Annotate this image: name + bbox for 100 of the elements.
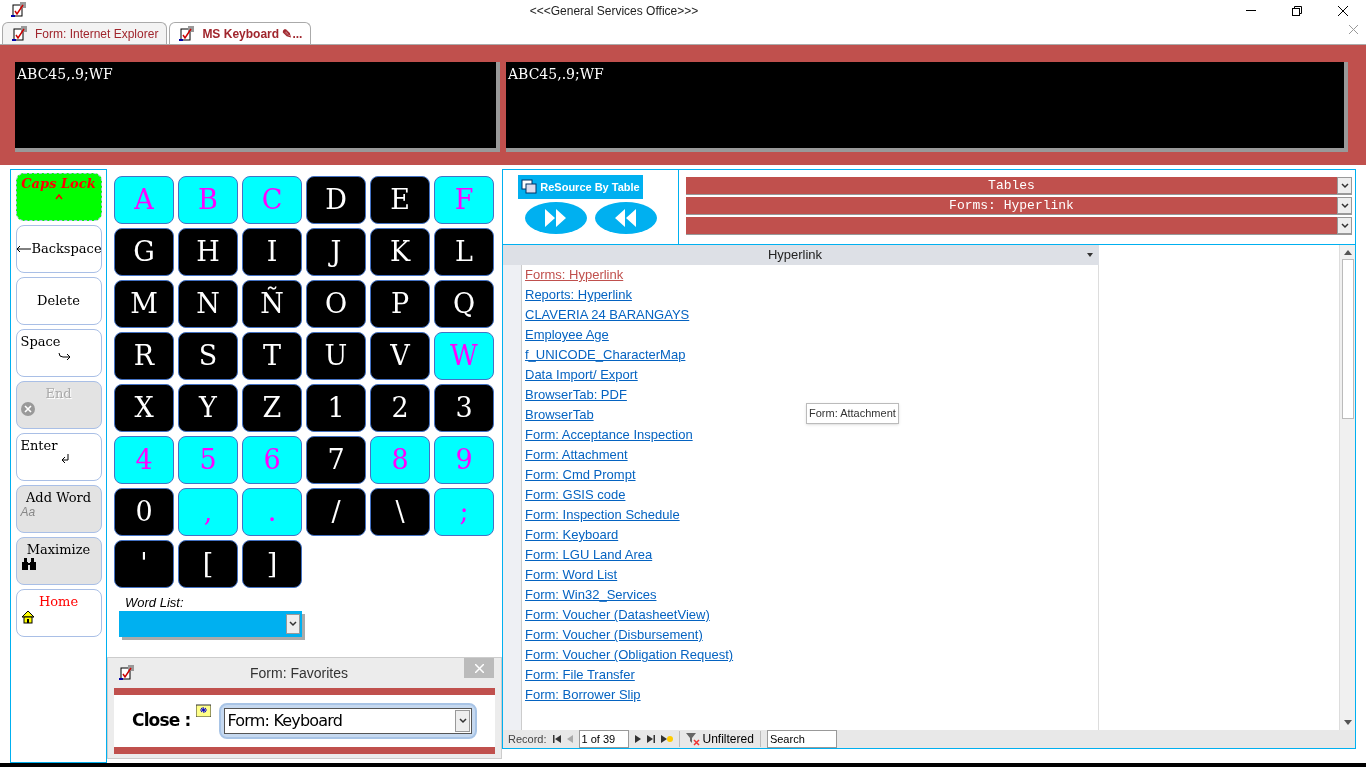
key-button[interactable]: 2 [370, 384, 430, 432]
word-list-label: Word List: [125, 596, 185, 609]
form-icon [118, 665, 134, 681]
key-button[interactable]: G [114, 228, 174, 276]
new-record-icon[interactable] [660, 735, 673, 743]
close-icon [1349, 25, 1358, 34]
key-button[interactable]: H [178, 228, 238, 276]
left-arrow-icon [15, 245, 32, 253]
hyperlink[interactable]: Employee Age [525, 325, 609, 345]
key-button[interactable]: I [242, 228, 302, 276]
scroll-down-icon[interactable] [1343, 720, 1352, 726]
rewind-icon [613, 208, 638, 228]
hyperlink[interactable]: BrowserTab [525, 405, 594, 425]
home-button[interactable]: Home [15, 589, 102, 637]
restore-icon [1292, 6, 1302, 16]
vertical-scrollbar[interactable] [1339, 245, 1355, 730]
form-icon [178, 25, 195, 42]
key-button[interactable]: N [178, 280, 238, 328]
hyperlink[interactable]: Form: Attachment [525, 445, 628, 465]
space-button[interactable]: Space [15, 329, 102, 377]
key-button[interactable]: T [242, 332, 302, 380]
hyperlink[interactable]: Form: Keyboard [525, 525, 619, 545]
key-button[interactable]: J [306, 228, 366, 276]
hyperlink[interactable]: Form: File Transfer [525, 665, 635, 685]
combo-box[interactable]: Forms: Hyperlink [686, 197, 1352, 215]
hyperlink[interactable]: Form: Voucher (DatasheetView) [525, 605, 710, 625]
filter-button[interactable]: Unfiltered [685, 730, 754, 748]
close-tab-button[interactable] [1349, 25, 1358, 34]
hyperlink[interactable]: Form: Voucher (Disbursement) [525, 625, 703, 645]
hyperlink[interactable]: Form: Win32_Services [525, 585, 657, 605]
key-button[interactable]: S [178, 332, 238, 380]
hyperlink[interactable]: BrowserTab: PDF [525, 385, 627, 405]
enter-button[interactable]: Enter [15, 433, 102, 481]
add-word-button[interactable]: Add Word Aa [15, 485, 102, 533]
close-icon [1338, 6, 1348, 16]
key-button[interactable]: / [306, 488, 366, 536]
record-label: Record: [508, 731, 547, 747]
key-button[interactable]: ] [242, 540, 302, 588]
hook-arrow-icon [57, 350, 72, 361]
hyperlink[interactable]: Forms: Hyperlink [525, 265, 624, 285]
hyperlink[interactable]: Form: Cmd Prompt [525, 465, 636, 485]
key-button[interactable]: L [434, 228, 494, 276]
hyperlink[interactable]: CLAVERIA 24 BARANGAYS [525, 305, 690, 325]
key-button[interactable]: X [114, 384, 174, 432]
maximize-button[interactable]: Maximize [15, 537, 102, 585]
key-button[interactable]: Ñ [242, 280, 302, 328]
key-button[interactable]: Y [178, 384, 238, 432]
return-arrow-icon [59, 454, 70, 465]
last-record-icon[interactable] [646, 735, 655, 743]
hyperlink[interactable]: Form: GSIS code [525, 485, 626, 505]
hyperlink[interactable]: Reports: Hyperlink [525, 285, 632, 305]
close-circle-icon [20, 402, 35, 417]
key-button[interactable]: Q [434, 280, 494, 328]
first-record-icon[interactable] [552, 735, 561, 743]
hyperlink[interactable]: Form: Word List [525, 565, 618, 585]
key-button[interactable]: 7 [306, 436, 366, 484]
search-field[interactable]: Search [766, 729, 837, 749]
favorites-dropdown[interactable]: Form: Keyboard [219, 703, 477, 739]
combo-box[interactable]: Tables [686, 177, 1352, 195]
document-tab[interactable]: Form: Internet Explorer [2, 22, 168, 44]
key-button[interactable]: Z [242, 384, 302, 432]
key-button[interactable]: D [306, 176, 366, 224]
binoculars-icon [20, 558, 37, 571]
fast-forward-icon [543, 208, 568, 228]
scroll-up-icon[interactable] [1343, 249, 1352, 255]
key-button[interactable]: P [370, 280, 430, 328]
key-button[interactable]: R [114, 332, 174, 380]
key-button[interactable]: U [306, 332, 366, 380]
minimize-icon [1246, 10, 1256, 12]
key-button[interactable]: 1 [306, 384, 366, 432]
key-button[interactable]: O [306, 280, 366, 328]
hyperlink[interactable]: Form: Acceptance Inspection [525, 425, 693, 445]
text-display: ABC45,.9;WF [506, 62, 1348, 152]
record-position-field[interactable]: 1 of 39 [578, 729, 629, 749]
hyperlink[interactable]: Data Import/ Export [525, 365, 638, 385]
tooltip: Form: Attachment [806, 403, 899, 424]
key-button[interactable]: [ [178, 540, 238, 588]
key-button[interactable]: ' [114, 540, 174, 588]
hyperlink[interactable]: f_UNICODE_CharacterMap [525, 345, 686, 365]
hyperlink[interactable]: Form: LGU Land Area [525, 545, 653, 565]
delete-button[interactable]: Delete [15, 277, 102, 325]
font-icon: Aa [20, 506, 36, 519]
document-tab[interactable]: MS Keyboard ✎... [169, 22, 312, 44]
hyperlink[interactable]: Form: Borrower Slip [525, 685, 641, 705]
key-button[interactable]: 3 [434, 384, 494, 432]
key-button[interactable]: 0 [114, 488, 174, 536]
next-record-icon[interactable] [634, 735, 641, 743]
hyperlink[interactable]: Form: Voucher (Obligation Request) [525, 645, 734, 665]
scrollbar-thumb[interactable] [1341, 259, 1354, 419]
favorites-title: Form: Favorites [250, 663, 348, 683]
key-button[interactable]: E [370, 176, 430, 224]
dropdown-arrow-icon[interactable] [1087, 253, 1093, 257]
favorites-value: Form: Keyboard [227, 710, 344, 732]
key-button[interactable]: V [370, 332, 430, 380]
backspace-button[interactable]: Backspace [15, 225, 102, 273]
filter-icon [685, 732, 700, 746]
key-button[interactable]: M [114, 280, 174, 328]
key-button[interactable]: K [370, 228, 430, 276]
hyperlink[interactable]: Form: Inspection Schedule [525, 505, 680, 525]
key-button[interactable]: \ [370, 488, 430, 536]
